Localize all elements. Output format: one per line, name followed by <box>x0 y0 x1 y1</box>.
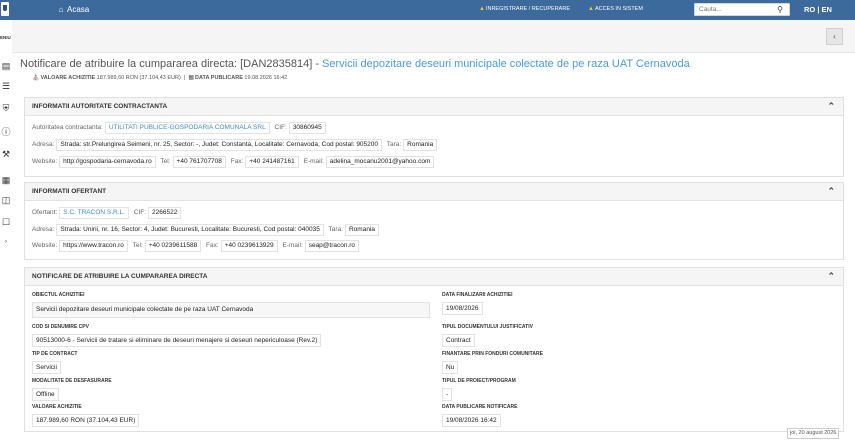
authority-name-link[interactable]: UTILITATI PUBLICE-GOSPODARIA COMUNALA SR… <box>104 122 270 134</box>
field-label: TIPUL DE PROIECT/PROGRAM <box>442 378 516 384</box>
chevron-up-icon[interactable]: ⌃ <box>827 271 835 282</box>
field-label: DATA FINALIZARII ACHIZITIEI <box>442 292 513 298</box>
id-card-icon[interactable]: ▦ <box>1 175 11 185</box>
warning-icon: ▲ <box>479 6 485 12</box>
contract-type-value: Servicii <box>32 361 61 374</box>
bidder-panel: INFORMATII OFERTANT ⌃ Ofertant: S.C. TRAC… <box>24 182 844 260</box>
value-value: 187.989,60 RON (37.104,43 EUR) <box>32 414 140 427</box>
bidder-name-row: Ofertant: S.C. TRACON S.R.L. CIF: 2266522 <box>32 207 184 219</box>
panel-header[interactable]: NOTIFICARE DE ATRIBUIRE LA CUMPARAREA DI… <box>25 268 843 286</box>
authority-contact-row: Website: http://gospodaria-cernavoda.ro T… <box>32 156 437 168</box>
search-input[interactable] <box>699 6 769 13</box>
cpv-value: 90513000-6 - Servicii de tratare si elim… <box>32 334 322 347</box>
search-box[interactable]: ⚲ <box>694 3 790 16</box>
logo[interactable] <box>1 2 9 16</box>
doc-type-value: Contract <box>442 334 475 347</box>
object-value: Servicii depozitare deseuri municipale c… <box>32 302 430 318</box>
title-link[interactable]: Servicii depozitare deseuri municipale c… <box>322 58 690 70</box>
shield-icon[interactable]: ⛨ <box>1 103 11 113</box>
search-icon[interactable]: ⚲ <box>777 5 783 14</box>
breadcrumb-bar <box>12 20 855 53</box>
eu-funds-value: Nu <box>442 361 459 374</box>
field-label: FINANTARE PRIN FONDURI COMUNITARE <box>442 351 543 357</box>
authority-name-row: Autoritatea contractanta: UTILITATI PUBLI… <box>32 122 329 134</box>
list-icon[interactable]: ☰ <box>1 81 11 91</box>
bidder-name-link[interactable]: S.C. TRACON S.R.L. <box>59 207 129 219</box>
language-switch[interactable]: RO | EN <box>804 5 832 14</box>
comment-icon[interactable]: ☐ <box>1 217 11 227</box>
home-icon: ⌂ <box>58 5 64 14</box>
field-label: VALOARE ACHIZITIE <box>32 404 82 410</box>
help-icon[interactable]: ⓘ <box>1 127 11 137</box>
field-label: DATA PUBLICARE NOTIFICARE <box>442 404 518 410</box>
table-icon[interactable]: ◫ <box>1 195 11 205</box>
chevron-up-icon[interactable]: ⌃ <box>827 186 835 197</box>
tools-icon[interactable]: ⚒ <box>1 149 11 159</box>
chevron-up-icon[interactable]: ⌃ <box>827 101 835 112</box>
end-date-value: 19/08/2026 <box>442 302 483 315</box>
authority-address-row: Adresa: Strada: str.Prelungirea Seimeni, … <box>32 139 440 151</box>
authority-panel: INFORMATII AUTORITATE CONTRACTANTA ⌃ Aut… <box>24 97 844 177</box>
bidder-contact-row: Website: https://www.tracon.ro Tel: +40 02… <box>32 240 362 252</box>
notice-panel: NOTIFICARE DE ATRIBUIRE LA CUMPARAREA DI… <box>24 267 844 432</box>
collapse-sidebar-button[interactable]: ‹ <box>826 28 843 45</box>
field-label: OBIECTUL ACHIZITIEI <box>32 292 85 298</box>
login-link[interactable]: ▲ACCES IN SISTEM <box>588 6 643 12</box>
field-label: TIPUL DOCUMENTULUI JUSTIFICATIV <box>442 324 533 330</box>
footer-date: joi, 20 august 2026 <box>787 428 840 439</box>
home-link[interactable]: ⌂ Acasa <box>57 5 90 14</box>
field-label: COD SI DENUMIRE CPV <box>32 324 89 330</box>
top-navbar: ⌂ Acasa ▲INREGISTRARE / RECUPERARE ▲ACCES… <box>0 0 855 20</box>
chevron-right-icon[interactable]: › <box>1 237 11 247</box>
page-title: Notificare de atribuire la cumpararea di… <box>20 58 690 70</box>
field-label: TIP DE CONTRACT <box>32 351 78 357</box>
panel-header[interactable]: INFORMATII OFERTANT ⌃ <box>25 183 843 201</box>
chevron-left-icon: ‹ <box>833 32 836 41</box>
panel-header[interactable]: INFORMATII AUTORITATE CONTRACTANTA ⌃ <box>25 98 843 116</box>
pub-date-value: 19/08/2026 16:42 <box>442 414 501 427</box>
lock-icon: ▲ <box>588 6 594 12</box>
register-link[interactable]: ▲INREGISTRARE / RECUPERARE <box>479 6 570 12</box>
bidder-address-row: Adresa: Strada: Unirii, nr. 16, Sector: 4… <box>32 224 382 236</box>
field-label: MODALITATE DE DESFASURARE <box>32 378 112 384</box>
menu-label[interactable]: ENIU <box>0 35 11 40</box>
bank-icon: ⛪ <box>32 75 40 81</box>
calendar-icon: ▦ <box>188 75 195 81</box>
mode-value: Offline <box>32 388 59 401</box>
project-type-value: - <box>442 388 453 401</box>
page-subtitle: ⛪VALOARE ACHIZITIE 187.989,60 RON (37.10… <box>32 75 288 81</box>
document-icon[interactable]: ▤ <box>1 61 11 71</box>
